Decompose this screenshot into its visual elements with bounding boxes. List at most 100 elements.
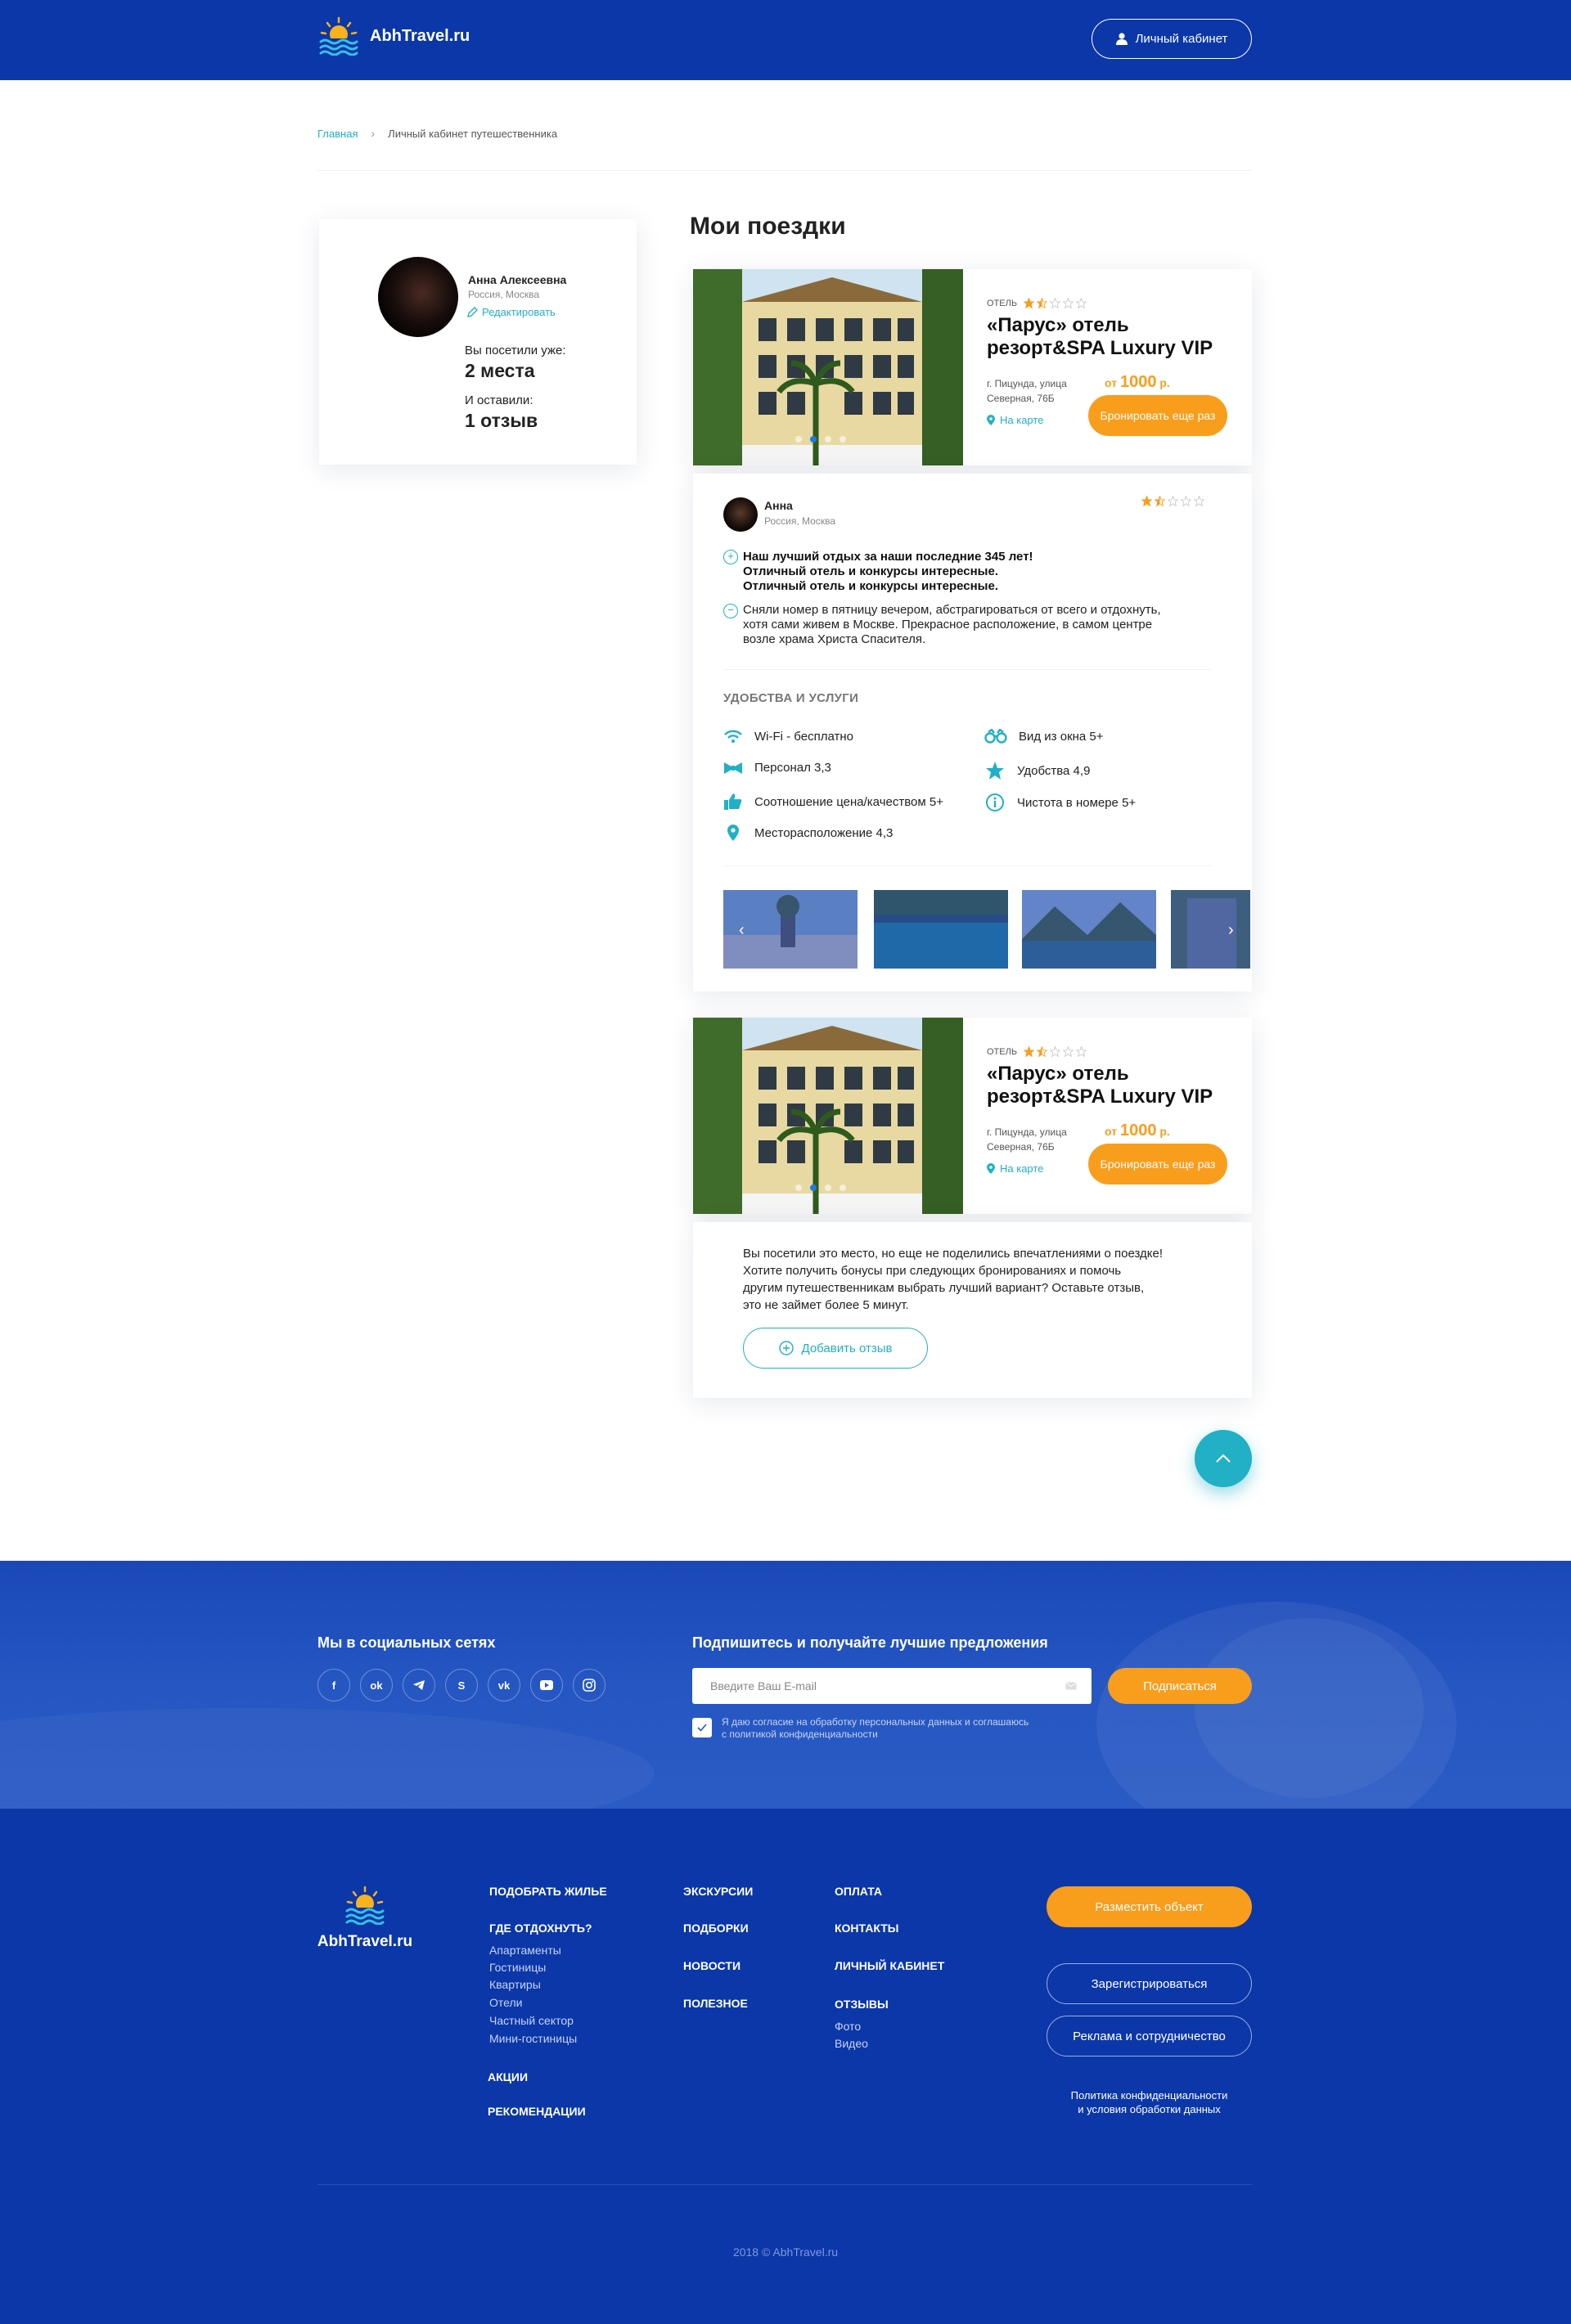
footer-link[interactable]: Мини-гостиницы <box>489 2032 577 2045</box>
footer-link[interactable]: ОТЗЫВЫ <box>835 1998 889 2011</box>
star-icon <box>1181 496 1191 506</box>
visited-value: 2 места <box>465 360 535 381</box>
footer-link[interactable]: ПОДБОРКИ <box>683 1922 749 1935</box>
footer-link-recommendations[interactable]: РЕКОМЕНДАЦИИ <box>488 2105 586 2118</box>
edit-profile-link[interactable]: Редактировать <box>466 306 556 318</box>
price-value: 1000 <box>1119 373 1157 391</box>
carousel-dot[interactable] <box>810 1184 817 1191</box>
book-again-button[interactable]: Бронировать еще раз <box>1088 395 1227 436</box>
email-input[interactable]: Введите Ваш E-mail <box>692 1668 1092 1704</box>
amenity-label: Соотношение цена/качеством 5+ <box>754 794 943 809</box>
footer-link[interactable]: НОВОСТИ <box>683 1959 740 1972</box>
footer-link[interactable]: Квартиры <box>489 1978 541 1991</box>
footer-link[interactable]: ЭКСКУРСИИ <box>683 1885 753 1898</box>
photo-overlay <box>1171 890 1250 969</box>
footer-link[interactable]: Частный сектор <box>489 2014 574 2027</box>
minus-circle-icon: − <box>723 604 738 618</box>
photo-overlay <box>1022 890 1156 969</box>
star-icon <box>1063 298 1074 308</box>
map-link[interactable]: На карте <box>987 414 1043 426</box>
instagram-icon[interactable] <box>573 1669 605 1701</box>
address-line: г. Пицунда, улица <box>987 1126 1067 1138</box>
footer-link[interactable]: ОПЛАТА <box>835 1885 882 1898</box>
sun-wave-logo-icon <box>345 1886 385 1925</box>
cabinet-button[interactable]: Личный кабинет <box>1092 19 1252 59</box>
carousel-dot[interactable] <box>840 1184 846 1191</box>
register-button[interactable]: Зарегистрироваться <box>1047 1963 1252 2004</box>
map-link[interactable]: На карте <box>987 1162 1043 1175</box>
address-line: Северная, 76Б <box>987 1141 1055 1153</box>
star-icon <box>1050 1046 1061 1057</box>
review-photo[interactable] <box>1171 890 1250 969</box>
hotel-title[interactable]: «Парус» отель резорт&SPA Luxury VIP <box>987 1063 1213 1108</box>
footer-link[interactable]: Видео <box>835 2037 868 2050</box>
consent-checkbox[interactable] <box>692 1718 712 1737</box>
amenity-item: Персонал 3,3 <box>723 761 831 775</box>
carousel-dot[interactable] <box>825 436 831 443</box>
footer-link-where-to-rest[interactable]: ГДЕ ОТДОХНУТЬ? <box>489 1922 592 1935</box>
thumbs-up-icon <box>724 793 742 810</box>
telegram-icon[interactable] <box>403 1669 435 1701</box>
breadcrumb-home-link[interactable]: Главная <box>317 128 358 140</box>
subscribe-button-label: Подписаться <box>1143 1679 1217 1693</box>
social-title: Мы в социальных сетях <box>317 1634 496 1651</box>
hotel-photo-carousel[interactable] <box>693 1018 963 1214</box>
carousel-dot[interactable] <box>795 436 802 443</box>
ads-button[interactable]: Реклама и сотрудничество <box>1047 2016 1252 2057</box>
star-icon <box>1024 1046 1035 1057</box>
facebook-icon[interactable]: f <box>317 1669 350 1701</box>
carousel-dot[interactable] <box>825 1184 831 1191</box>
star-icon <box>1037 1046 1048 1057</box>
footer-link[interactable]: Отели <box>489 1996 522 2009</box>
hotel-price: от 1000 р. <box>1105 373 1170 392</box>
star-icon <box>1024 298 1035 308</box>
subscribe-button[interactable]: Подписаться <box>1108 1668 1252 1704</box>
footer-link[interactable]: Гостиницы <box>489 1961 546 1974</box>
address-line: г. Пицунда, улица <box>987 378 1067 389</box>
reviews-value: 1 отзыв <box>465 410 538 431</box>
location-pin-icon <box>727 825 739 841</box>
site-logo[interactable]: AbhTravel.ru <box>317 16 470 56</box>
amenity-label: Персонал 3,3 <box>754 761 831 775</box>
profile-location: Россия, Москва <box>468 289 539 300</box>
chevron-right-icon: › <box>371 127 376 140</box>
vk-icon[interactable]: vk <box>488 1669 520 1701</box>
amenity-item: Вид из окна 5+ <box>984 729 1104 744</box>
footer-link[interactable]: ПОЛЕЗНОЕ <box>683 1997 748 2010</box>
hotel-title[interactable]: «Парус» отель резорт&SPA Luxury VIP <box>987 314 1213 360</box>
checkmark-icon <box>697 1724 707 1732</box>
footer-link[interactable]: Апартаменты <box>489 1944 561 1957</box>
footer-link-promotions[interactable]: АКЦИИ <box>488 2070 528 2084</box>
amenity-item: Соотношение цена/качеством 5+ <box>723 793 943 811</box>
carousel-dot[interactable] <box>810 436 817 443</box>
place-object-button[interactable]: Разместить объект <box>1047 1886 1252 1927</box>
consent-text: Я даю согласие на обработку персональных… <box>722 1716 1065 1741</box>
footer-link[interactable]: ЛИЧНЫЙ КАБИНЕТ <box>835 1959 944 1972</box>
book-again-button[interactable]: Бронировать еще раз <box>1088 1144 1227 1184</box>
footer-link-find-housing[interactable]: ПОДОБРАТЬ ЖИЛЬЕ <box>489 1885 607 1898</box>
amenity-label: Месторасположение 4,3 <box>754 825 894 840</box>
footer-link[interactable]: Фото <box>835 2020 861 2033</box>
email-placeholder: Введите Ваш E-mail <box>710 1679 817 1692</box>
chevron-left-icon[interactable]: ‹ <box>739 922 745 938</box>
sun-wave-logo-icon <box>319 16 358 56</box>
scroll-to-top-button[interactable] <box>1195 1430 1252 1487</box>
review-negative: Сняли номер в пятницу вечером, абстрагир… <box>743 603 1216 647</box>
address-line: Северная, 76Б <box>987 393 1055 404</box>
carousel-dots <box>795 436 846 443</box>
skype-icon[interactable]: S <box>445 1669 478 1701</box>
youtube-icon[interactable] <box>530 1669 563 1701</box>
hotel-photo-carousel[interactable] <box>693 269 963 465</box>
carousel-dot[interactable] <box>840 436 846 443</box>
review-photo[interactable] <box>874 890 1008 969</box>
chevron-right-icon[interactable]: › <box>1228 922 1234 938</box>
odnoklassniki-icon[interactable]: ok <box>360 1669 393 1701</box>
add-review-button[interactable]: Добавить отзыв <box>743 1328 928 1369</box>
carousel-dot[interactable] <box>795 1184 802 1191</box>
footer-logo[interactable]: AbhTravel.ru <box>317 1886 412 1951</box>
divider <box>317 2184 1252 2185</box>
privacy-policy-link[interactable]: Политика конфиденциальности и условия об… <box>1047 2088 1252 2116</box>
star-icon <box>1155 496 1165 506</box>
review-photo[interactable] <box>1022 890 1156 969</box>
footer-link[interactable]: КОНТАКТЫ <box>835 1922 898 1935</box>
